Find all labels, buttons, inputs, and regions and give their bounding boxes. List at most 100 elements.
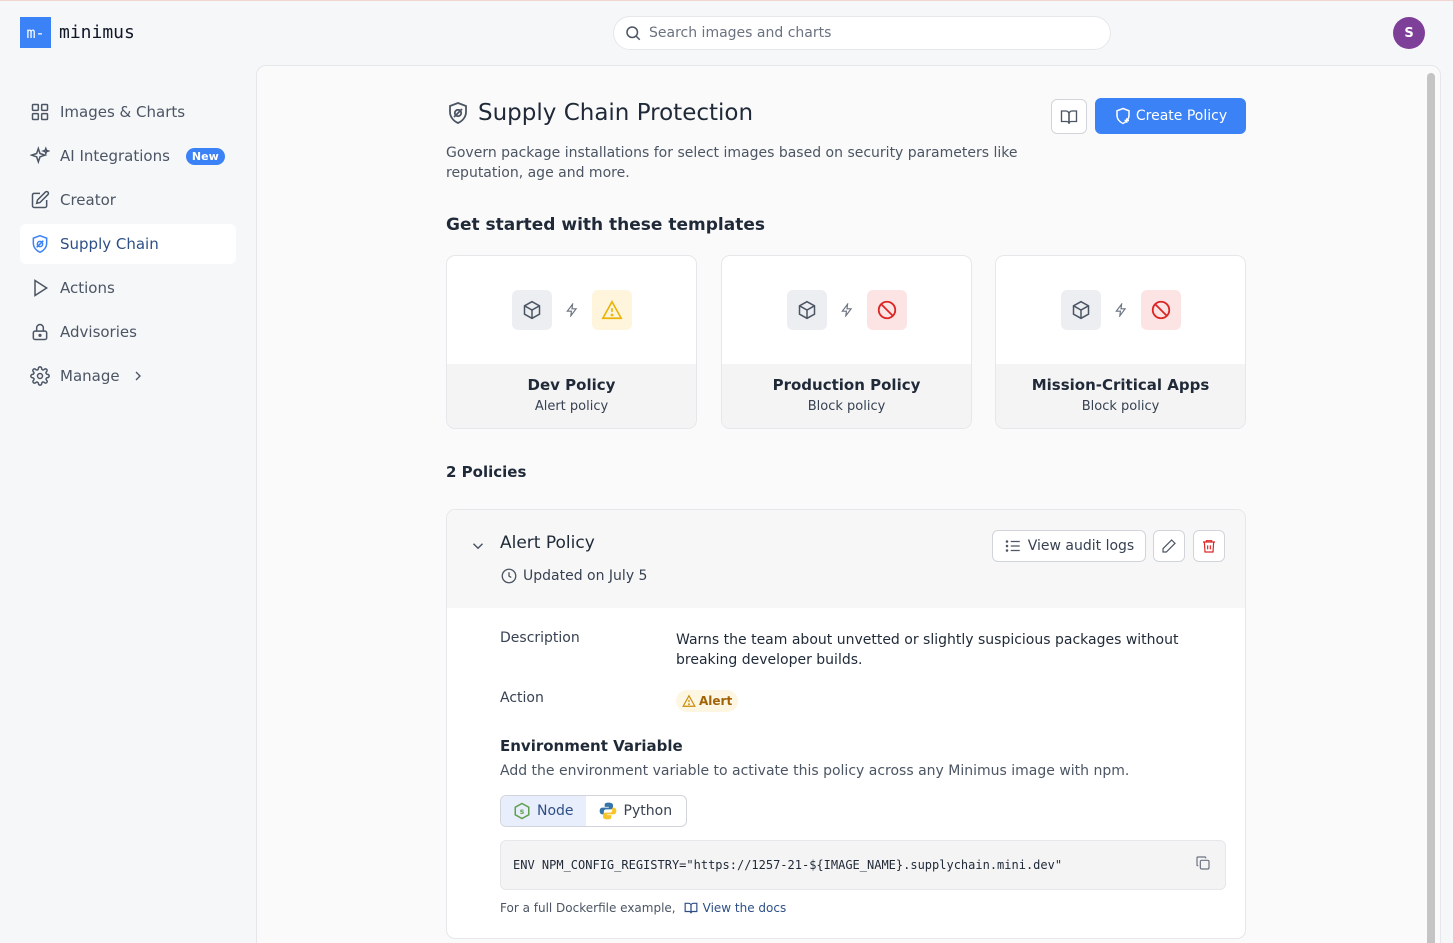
docs-button[interactable] (1051, 99, 1087, 134)
create-policy-label: Create Policy (1135, 108, 1228, 124)
tab-python[interactable]: Python (586, 796, 685, 826)
template-card-dev[interactable]: Dev Policy Alert policy (446, 255, 697, 429)
env-description: Add the environment variable to activate… (500, 763, 1130, 779)
cube-icon (1060, 290, 1101, 330)
bolt-icon (1114, 303, 1126, 317)
sidebar-item-advisories[interactable]: Advisories (20, 312, 236, 352)
bolt-icon (840, 303, 852, 317)
logo[interactable]: m- minimus (20, 17, 135, 48)
template-icons (447, 256, 696, 364)
tab-node[interactable]: s Node (501, 796, 586, 826)
sidebar-item-label: Advisories (60, 323, 137, 341)
delete-policy-button[interactable] (1193, 530, 1225, 562)
shield-icon (32, 234, 48, 254)
code-block[interactable]: ENV NPM_CONFIG_REGISTRY="https://1257-21… (500, 840, 1226, 890)
sidebar-item-label: Manage (60, 367, 120, 385)
template-footer: Mission-Critical Apps Block policy (996, 364, 1245, 428)
policy-updated: Updated on July 5 (500, 567, 647, 585)
updated-text: Updated on July 5 (523, 568, 648, 584)
pencil-icon (1162, 539, 1176, 553)
policy-card: Alert Policy Updated on July 5 View audi… (446, 509, 1246, 939)
tab-label: Python (623, 803, 673, 819)
sidebar-item-supply-chain[interactable]: Supply Chain (20, 224, 236, 264)
policy-card-header[interactable]: Alert Policy Updated on July 5 View audi… (447, 510, 1245, 608)
view-audit-logs-button[interactable]: View audit logs (992, 530, 1146, 562)
book-icon (684, 902, 698, 914)
page-title: Supply Chain Protection (478, 100, 754, 126)
sidebar-item-label: Actions (60, 279, 115, 297)
view-docs-link[interactable]: View the docs (684, 901, 787, 915)
logo-text: minimus (59, 22, 135, 43)
top-border (0, 0, 1453, 1)
template-type: Block policy (1081, 399, 1160, 414)
shield-icon (449, 102, 467, 124)
new-badge: New (185, 147, 225, 165)
action-label: Action (500, 690, 544, 706)
sidebar-item-creator[interactable]: Creator (20, 180, 236, 220)
search-icon (626, 26, 641, 41)
template-icons (722, 256, 971, 364)
logo-mark: m- (20, 17, 51, 48)
templates-title: Get started with these templates (446, 215, 765, 235)
search-bar[interactable] (613, 16, 1111, 50)
edit-icon (31, 190, 50, 209)
template-card-production[interactable]: Production Policy Block policy (721, 255, 972, 429)
policy-description: Warns the team about unvetted or slightl… (676, 632, 1179, 668)
python-icon (599, 802, 616, 820)
page-header: Supply Chain Protection (446, 100, 753, 126)
template-icons (996, 256, 1245, 364)
sidebar-item-label: Creator (60, 191, 116, 209)
docs-link-label: View the docs (702, 901, 787, 915)
env-title: Environment Variable (500, 737, 683, 755)
shield-plus-icon (1116, 107, 1130, 125)
bolt-icon (565, 303, 577, 317)
template-type: Alert policy (534, 399, 609, 414)
avatar[interactable]: S (1393, 17, 1425, 49)
trash-icon (1203, 540, 1215, 553)
cube-icon (511, 290, 552, 330)
node-icon: s (514, 802, 530, 820)
block-icon (1140, 290, 1181, 330)
action-value: Alert (699, 694, 733, 708)
sidebar-item-manage[interactable]: Manage (20, 356, 236, 396)
action-badge: Alert (676, 690, 739, 712)
docs-prefix: For a full Dockerfile example, (500, 901, 676, 915)
warning-icon (682, 694, 696, 707)
sidebar-item-ai-integrations[interactable]: AI Integrations New (20, 136, 236, 176)
main-panel: Supply Chain Protection Govern package i… (256, 65, 1441, 943)
sidebar-nav: Images & Charts AI Integrations New Crea… (20, 92, 236, 400)
grid-icon (31, 103, 49, 121)
policies-count: 2 Policies (446, 463, 527, 481)
language-tabs: s Node Python (500, 795, 687, 827)
book-icon (1060, 109, 1078, 124)
template-footer: Production Policy Block policy (722, 364, 971, 428)
template-card-mission-critical[interactable]: Mission-Critical Apps Block policy (995, 255, 1246, 429)
edit-policy-button[interactable] (1153, 530, 1185, 562)
scrollbar[interactable] (1427, 73, 1435, 943)
sidebar-item-actions[interactable]: Actions (20, 268, 236, 308)
play-icon (34, 279, 49, 297)
lock-icon (32, 323, 48, 341)
env-code: ENV NPM_CONFIG_REGISTRY="https://1257-21… (513, 858, 1063, 872)
tab-label: Node (537, 803, 574, 819)
template-name: Dev Policy (527, 376, 616, 394)
clock-icon (501, 568, 517, 584)
chevron-right-icon (135, 371, 141, 381)
block-icon (866, 290, 907, 330)
sidebar-item-label: Supply Chain (60, 235, 159, 253)
svg-text:s: s (520, 807, 525, 816)
sidebar-item-images-charts[interactable]: Images & Charts (20, 92, 236, 132)
create-policy-button[interactable]: Create Policy (1095, 98, 1246, 134)
sidebar-item-label: Images & Charts (60, 103, 186, 121)
template-type: Block policy (807, 399, 886, 414)
docs-note: For a full Dockerfile example, View the … (500, 901, 786, 915)
page-subtitle: Govern package installations for select … (446, 145, 1018, 181)
audit-label: View audit logs (1027, 538, 1135, 554)
template-name: Production Policy (772, 376, 921, 394)
search-input[interactable] (649, 25, 1079, 41)
description-label: Description (500, 630, 580, 646)
sidebar-item-label: AI Integrations (60, 147, 170, 165)
copy-icon[interactable] (1195, 855, 1211, 871)
chevron-down-icon[interactable] (469, 537, 487, 555)
list-icon (1005, 540, 1020, 552)
